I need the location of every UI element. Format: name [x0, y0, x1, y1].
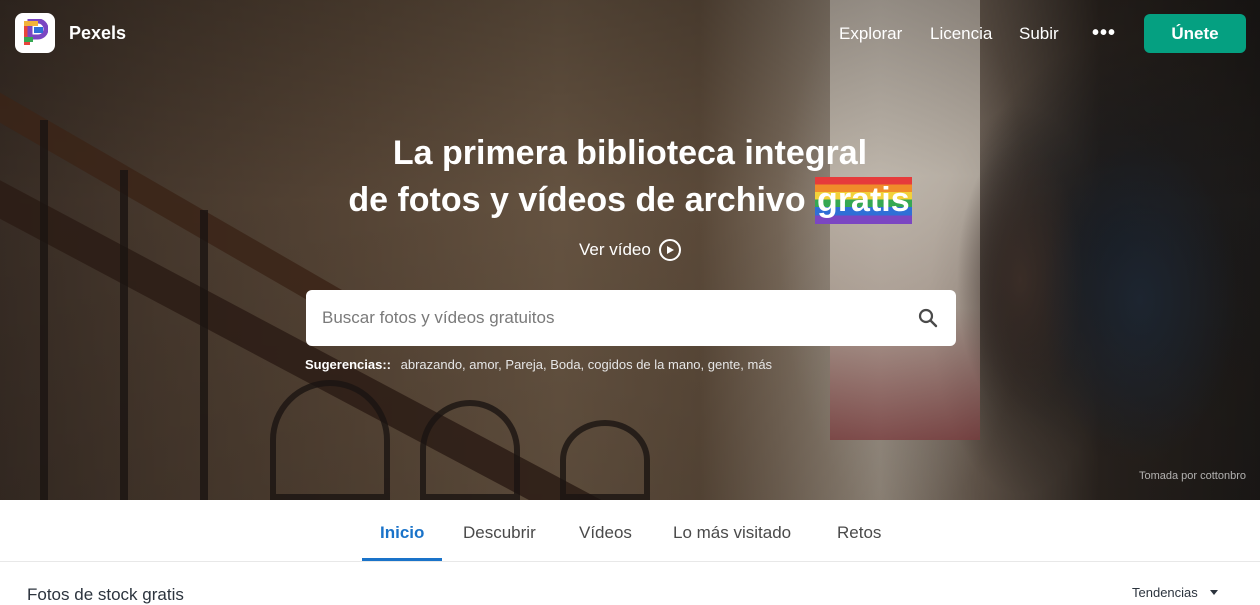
headline-line2: de fotos y vídeos de archivo gratis	[0, 177, 1260, 224]
railing-ornament	[420, 400, 520, 500]
main-tabs: Inicio Descubrir Vídeos Lo más visitado …	[0, 500, 1260, 562]
search-input[interactable]	[306, 290, 900, 346]
sort-label: Tendencias	[1132, 585, 1198, 600]
play-circle-icon	[658, 239, 681, 261]
tab-home[interactable]: Inicio	[380, 523, 424, 543]
nav-license-link[interactable]: Licencia	[930, 24, 992, 44]
sort-dropdown[interactable]: Tendencias	[1132, 585, 1218, 600]
headline-highlight: gratis	[815, 177, 912, 224]
search-icon	[918, 308, 938, 328]
photo-credit[interactable]: Tomada por cottonbro	[1139, 470, 1246, 482]
top-nav: Pexels Explorar Licencia Subir ••• Únete	[0, 0, 1260, 68]
hero-banner: Pexels Explorar Licencia Subir ••• Únete…	[0, 0, 1260, 500]
nav-explore-link[interactable]: Explorar	[839, 24, 902, 44]
railing-bar	[200, 210, 208, 500]
watch-video-link[interactable]: Ver vídeo	[579, 239, 681, 261]
suggestions-list[interactable]: abrazando, amor, Pareja, Boda, cogidos d…	[401, 357, 772, 372]
hero-couple	[950, 40, 1260, 500]
tab-discover[interactable]: Descubrir	[463, 523, 536, 543]
pexels-logo-icon	[24, 19, 48, 45]
search-button[interactable]	[900, 290, 956, 346]
section-title: Fotos de stock gratis	[27, 585, 184, 604]
tab-most-visited[interactable]: Lo más visitado	[673, 523, 791, 543]
more-dots-icon[interactable]: •••	[1092, 22, 1116, 45]
hero-headline: La primera biblioteca integral de fotos …	[0, 130, 1260, 224]
headline-line2-text: de fotos y vídeos de archivo	[348, 181, 806, 219]
headline-line1: La primera biblioteca integral	[392, 134, 868, 172]
chevron-down-icon	[1209, 590, 1218, 595]
active-tab-indicator	[362, 558, 442, 561]
suggestions-label: Sugerencias::	[305, 357, 391, 372]
tab-videos[interactable]: Vídeos	[579, 523, 632, 543]
search-suggestions: Sugerencias:: abrazando, amor, Pareja, B…	[305, 357, 772, 372]
pexels-logo[interactable]	[15, 13, 55, 53]
tab-challenges[interactable]: Retos	[837, 523, 881, 543]
railing-ornament	[560, 420, 650, 500]
brand-name[interactable]: Pexels	[69, 23, 126, 44]
search-bar	[306, 290, 956, 346]
watch-video-label: Ver vídeo	[579, 240, 651, 259]
join-button[interactable]: Únete	[1144, 14, 1246, 53]
railing-ornament	[270, 380, 390, 500]
nav-upload-link[interactable]: Subir	[1019, 24, 1059, 44]
